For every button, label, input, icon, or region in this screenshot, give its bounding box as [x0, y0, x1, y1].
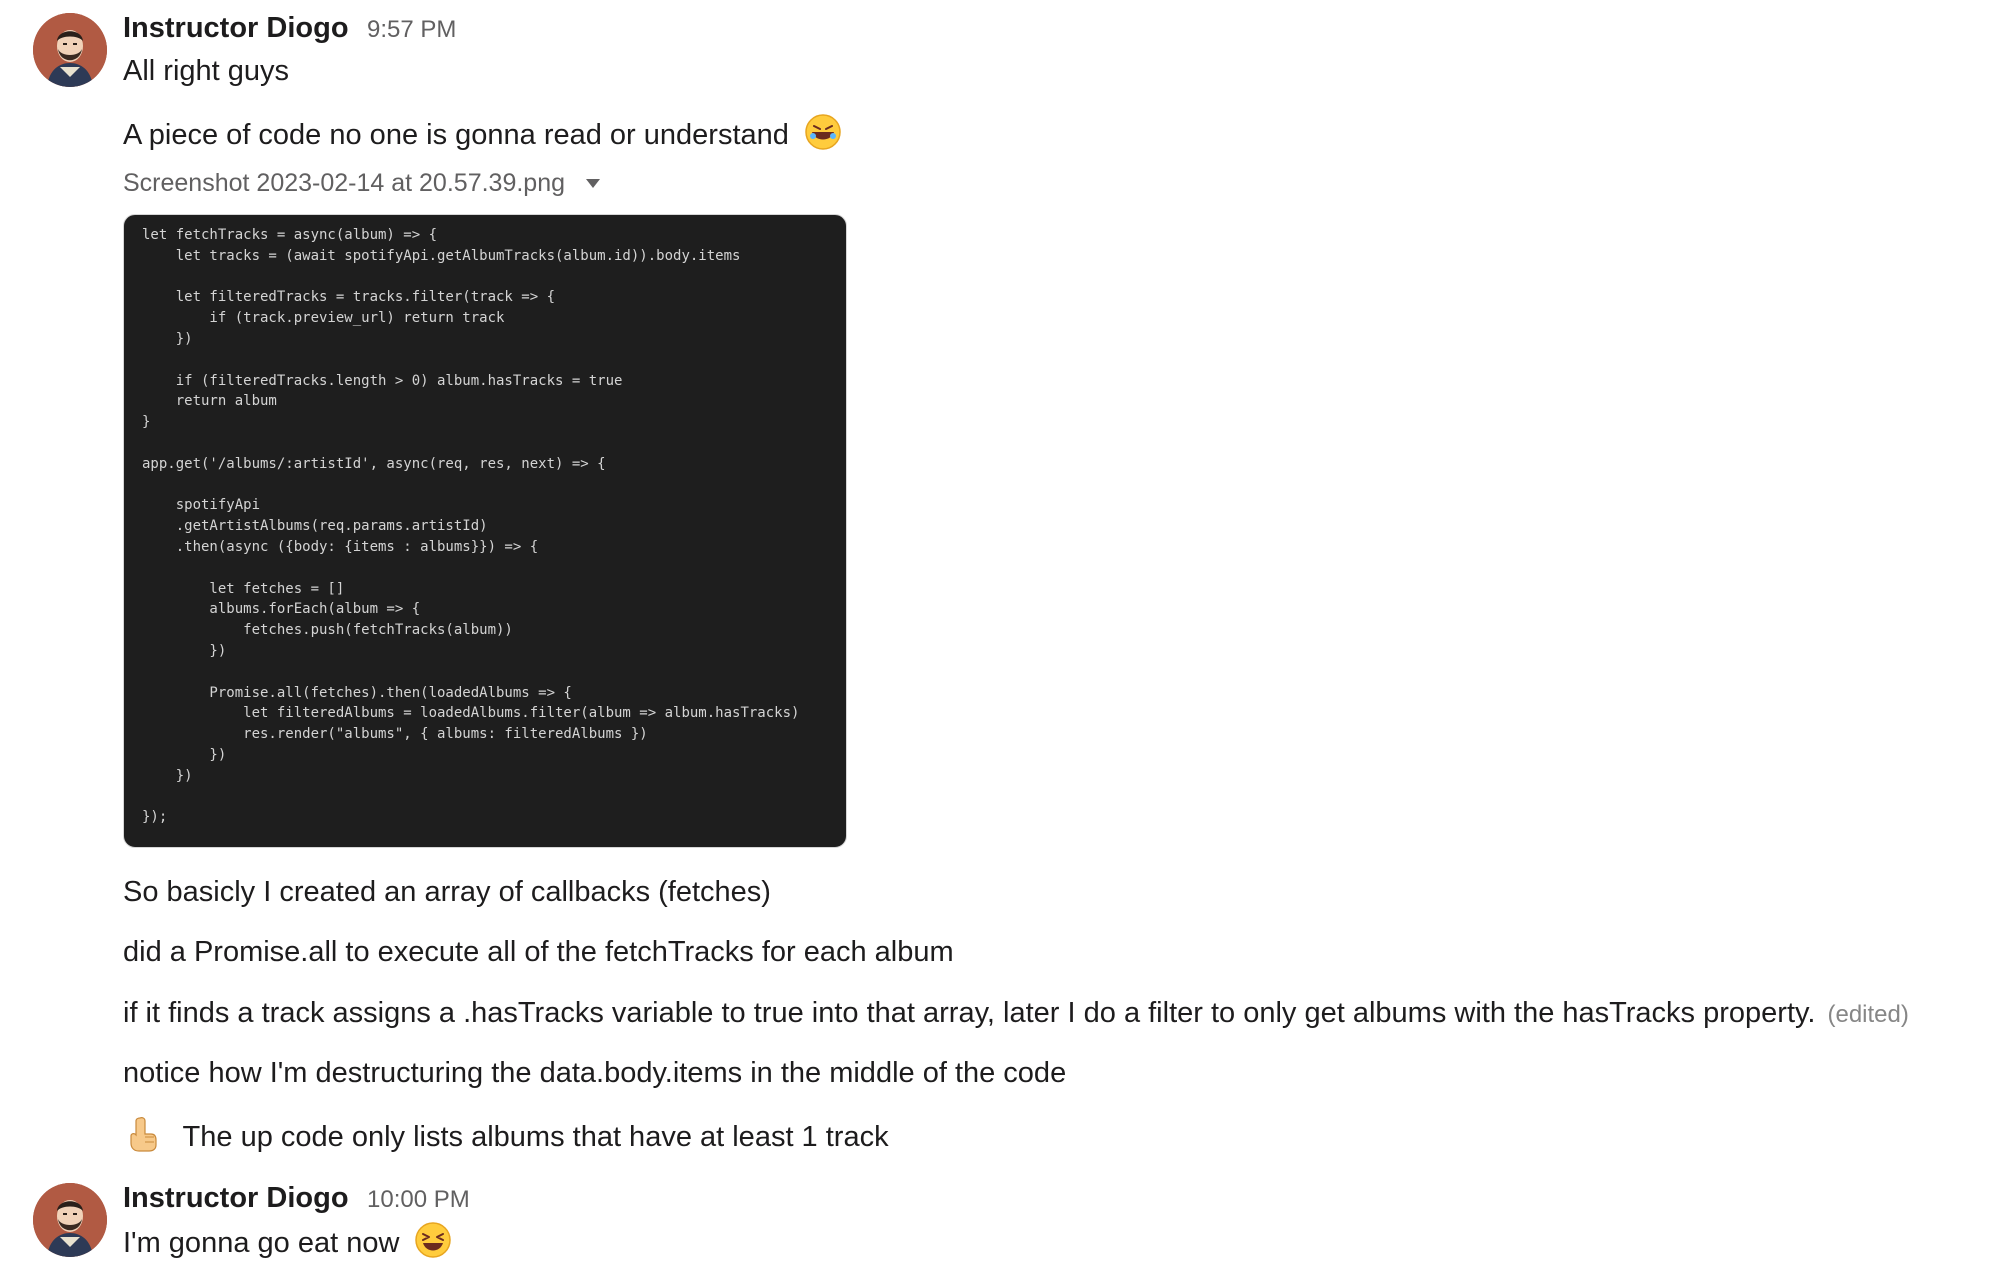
author-avatar[interactable] — [33, 13, 107, 87]
author-avatar[interactable] — [33, 1183, 107, 1257]
message-text: The up code only lists albums that have … — [123, 1114, 889, 1156]
code-line: if (track.preview_url) return track — [142, 310, 505, 327]
code-line: let tracks = (await spotifyApi.getAlbumT… — [142, 247, 741, 264]
message-line: All right guys — [123, 55, 290, 87]
code-line: .then(async ({body: {items : albums}}) =… — [142, 538, 539, 555]
rolling-laughing-emoji-icon — [805, 114, 841, 150]
code-line: return album — [142, 393, 277, 410]
code-line: res.render("albums", { albums: filteredA… — [142, 726, 648, 743]
code-line: Promise.all(fetches).then(loadedAlbums =… — [142, 684, 572, 701]
laughing-emoji-icon — [415, 1222, 452, 1258]
message-line: So basicly I created an array of callbac… — [123, 876, 771, 908]
code-content: let fetchTracks = async(album) => { let … — [142, 225, 799, 828]
code-line: fetches.push(fetchTracks(album)) — [142, 622, 513, 639]
code-line: if (filteredTracks.length > 0) album.has… — [142, 372, 623, 389]
attachment-title[interactable]: Screenshot 2023-02-14 at 20.57.39.png — [123, 166, 600, 200]
message-text: did a Promise.all to execute all of the … — [123, 933, 954, 971]
code-line: let fetches = [] — [142, 580, 345, 597]
code-line: let filteredTracks = tracks.filter(track… — [142, 289, 556, 306]
point-up-emoji-icon — [130, 1117, 157, 1152]
message-text: A piece of code no one is gonna read or … — [123, 112, 843, 154]
message-text: if it finds a track assigns a .hasTracks… — [123, 994, 1909, 1034]
author-name[interactable]: Instructor Diogo — [123, 12, 349, 44]
code-line: .getArtistAlbums(req.params.artistId) — [142, 518, 488, 535]
message-line: did a Promise.all to execute all of the … — [123, 936, 954, 968]
message-text: All right guys — [123, 52, 289, 90]
code-line: }) — [142, 330, 193, 347]
author-name[interactable]: Instructor Diogo — [123, 1182, 349, 1214]
code-screenshot[interactable]: let fetchTracks = async(album) => { let … — [123, 214, 847, 848]
message-header: Instructor Diogo 9:57 PM — [123, 10, 456, 46]
message-text: So basicly I created an array of callbac… — [123, 873, 771, 911]
code-line: albums.forEach(album => { — [142, 601, 421, 618]
code-line: } — [142, 414, 151, 431]
code-line: }) — [142, 767, 193, 784]
message-line: The up code only lists albums that have … — [182, 1121, 889, 1153]
message-header: Instructor Diogo 10:00 PM — [123, 1180, 470, 1216]
message-text: notice how I'm destructuring the data.bo… — [123, 1054, 1066, 1092]
message-timestamp[interactable]: 9:57 PM — [367, 16, 456, 43]
message-line: if it finds a track assigns a .hasTracks… — [123, 997, 1816, 1029]
chevron-down-icon[interactable] — [585, 179, 600, 188]
code-line: }); — [142, 809, 168, 826]
message-line: A piece of code no one is gonna read or … — [123, 119, 789, 151]
code-line: app.get('/albums/:artistId', async(req, … — [142, 455, 606, 472]
code-line: }) — [142, 746, 227, 763]
message-text: I'm gonna go eat now — [123, 1220, 453, 1262]
message-line: notice how I'm destructuring the data.bo… — [123, 1057, 1067, 1089]
message-timestamp[interactable]: 10:00 PM — [367, 1186, 470, 1213]
attachment-filename[interactable]: Screenshot 2023-02-14 at 20.57.39.png — [123, 169, 565, 197]
code-line: let filteredAlbums = loadedAlbums.filter… — [142, 705, 800, 722]
message-line: I'm gonna go eat now — [123, 1227, 400, 1259]
code-line: spotifyApi — [142, 497, 261, 514]
edited-label: (edited) — [1827, 1001, 1909, 1028]
code-line: let fetchTracks = async(album) => { — [142, 227, 438, 243]
code-line: }) — [142, 642, 227, 659]
